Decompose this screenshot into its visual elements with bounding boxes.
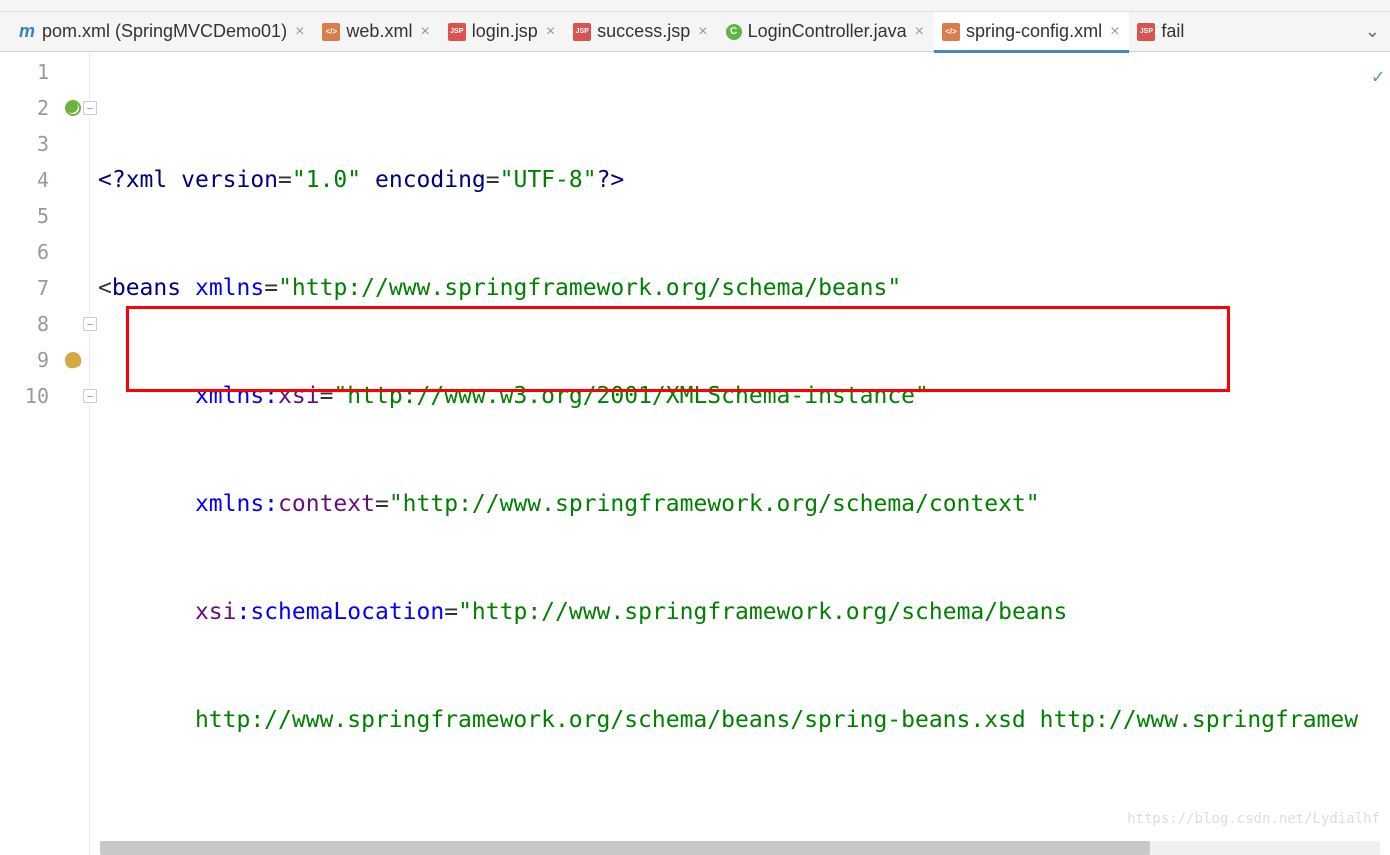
tab-success-jsp[interactable]: JSP success.jsp × <box>565 12 717 52</box>
code-line: xmlns:xsi="http://www.w3.org/2001/XMLSch… <box>90 378 1390 414</box>
spring-leaf-icon <box>65 100 81 116</box>
editor-container: 1 2− 3 4 5 6 7 8− 9 10− ✓ <?xml version=… <box>0 52 1390 855</box>
tab-label: login.jsp <box>472 21 538 42</box>
gutter-line[interactable]: 10− <box>0 378 89 414</box>
top-toolbar <box>0 0 1390 12</box>
jsp-icon: JSP <box>448 23 466 41</box>
tab-fail-jsp[interactable]: JSP fail <box>1129 12 1192 52</box>
tab-label: fail <box>1161 21 1184 42</box>
close-icon[interactable]: × <box>293 23 306 41</box>
tabs-overflow-icon[interactable]: ⌄ <box>1355 21 1390 42</box>
tab-login-controller[interactable]: C LoginController.java × <box>718 12 934 52</box>
watermark-text: https://blog.csdn.net/Lydialhf <box>1127 801 1380 837</box>
editor-tabs: m pom.xml (SpringMVCDemo01) × </> web.xm… <box>0 12 1390 52</box>
maven-icon: m <box>18 23 36 41</box>
gutter-line[interactable]: 9 <box>0 342 89 378</box>
code-editor[interactable]: ✓ <?xml version="1.0" encoding="UTF-8"?>… <box>90 52 1390 855</box>
jsp-icon: JSP <box>573 23 591 41</box>
code-line: http://www.springframework.org/schema/be… <box>90 702 1390 738</box>
tab-label: web.xml <box>346 21 412 42</box>
tab-spring-config[interactable]: </> spring-config.xml × <box>934 12 1129 52</box>
java-class-icon: C <box>726 24 742 40</box>
xml-icon: </> <box>322 23 340 41</box>
close-icon[interactable]: × <box>1108 23 1121 41</box>
tab-label: LoginController.java <box>748 21 907 42</box>
tab-label: spring-config.xml <box>966 21 1102 42</box>
code-line: xsi:schemaLocation="http://www.springfra… <box>90 594 1390 630</box>
jsp-icon: JSP <box>1137 23 1155 41</box>
gutter-line[interactable]: 4 <box>0 162 89 198</box>
scrollbar-thumb[interactable] <box>100 841 1150 855</box>
close-icon[interactable]: × <box>418 23 431 41</box>
tab-pom-xml[interactable]: m pom.xml (SpringMVCDemo01) × <box>10 12 314 52</box>
close-icon[interactable]: × <box>913 23 926 41</box>
gutter-line[interactable]: 5 <box>0 198 89 234</box>
horizontal-scrollbar[interactable] <box>100 841 1380 855</box>
tab-label: pom.xml (SpringMVCDemo01) <box>42 21 287 42</box>
inspection-ok-icon[interactable]: ✓ <box>1372 58 1384 94</box>
xml-icon: </> <box>942 23 960 41</box>
code-line: <?xml version="1.0" encoding="UTF-8"?> <box>90 162 1390 198</box>
gutter-line[interactable]: 7 <box>0 270 89 306</box>
gutter-line[interactable]: 3 <box>0 126 89 162</box>
tab-label: success.jsp <box>597 21 690 42</box>
gutter-line[interactable]: 1 <box>0 54 89 90</box>
close-icon[interactable]: × <box>544 23 557 41</box>
code-line: xmlns:context="http://www.springframewor… <box>90 486 1390 522</box>
gutter-line[interactable]: 2− <box>0 90 89 126</box>
tab-login-jsp[interactable]: JSP login.jsp × <box>440 12 565 52</box>
code-line: <beans xmlns="http://www.springframework… <box>90 270 1390 306</box>
close-icon[interactable]: × <box>696 23 709 41</box>
gutter-line[interactable]: 8− <box>0 306 89 342</box>
gutter-line[interactable]: 6 <box>0 234 89 270</box>
gutter: 1 2− 3 4 5 6 7 8− 9 10− <box>0 52 90 855</box>
tab-web-xml[interactable]: </> web.xml × <box>314 12 439 52</box>
bean-icon <box>63 350 83 370</box>
